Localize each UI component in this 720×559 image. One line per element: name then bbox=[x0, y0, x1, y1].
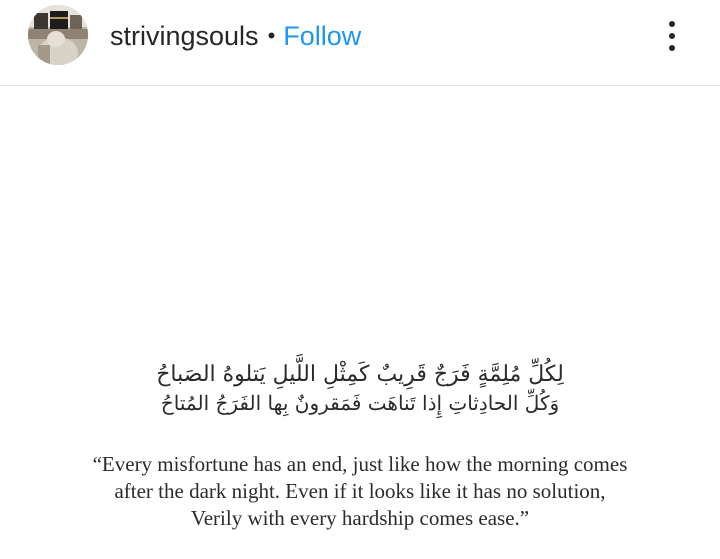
translation-line: after the dark night. Even if it looks l… bbox=[114, 479, 606, 503]
arabic-line: لِكُلِّ مُلِمَّةٍ فَرَجٌ قَرِيبٌ كَمِثْل… bbox=[156, 362, 564, 387]
translation-line: Verily with every hardship comes ease.” bbox=[190, 506, 530, 530]
separator-dot: • bbox=[267, 23, 276, 48]
follow-button[interactable]: Follow bbox=[283, 21, 361, 52]
arabic-line: وَكُلِّ الحادِثاتِ إِذا تَناهَت فَمَقرون… bbox=[160, 391, 560, 415]
post-header: strivingsouls • Follow bbox=[0, 0, 720, 86]
more-dot-icon bbox=[669, 45, 675, 51]
profile-photo-icon bbox=[28, 5, 88, 65]
more-dot-icon bbox=[669, 21, 675, 27]
post-image[interactable]: لِكُلِّ مُلِمَّةٍ فَرَجٌ قَرِيبٌ كَمِثْل… bbox=[0, 87, 720, 559]
translation-line: “Every misfortune has an end, just like … bbox=[92, 452, 628, 476]
more-options-button[interactable] bbox=[656, 14, 688, 58]
avatar[interactable] bbox=[28, 5, 88, 65]
user-line: strivingsouls • Follow bbox=[110, 18, 361, 54]
arabic-verse: لِكُلِّ مُلِمَّةٍ فَرَجٌ قَرِيبٌ كَمِثْل… bbox=[130, 360, 590, 416]
more-dot-icon bbox=[669, 33, 675, 39]
translation-text: “Every misfortune has an end, just like … bbox=[30, 451, 690, 532]
username-link[interactable]: strivingsouls bbox=[110, 21, 259, 52]
